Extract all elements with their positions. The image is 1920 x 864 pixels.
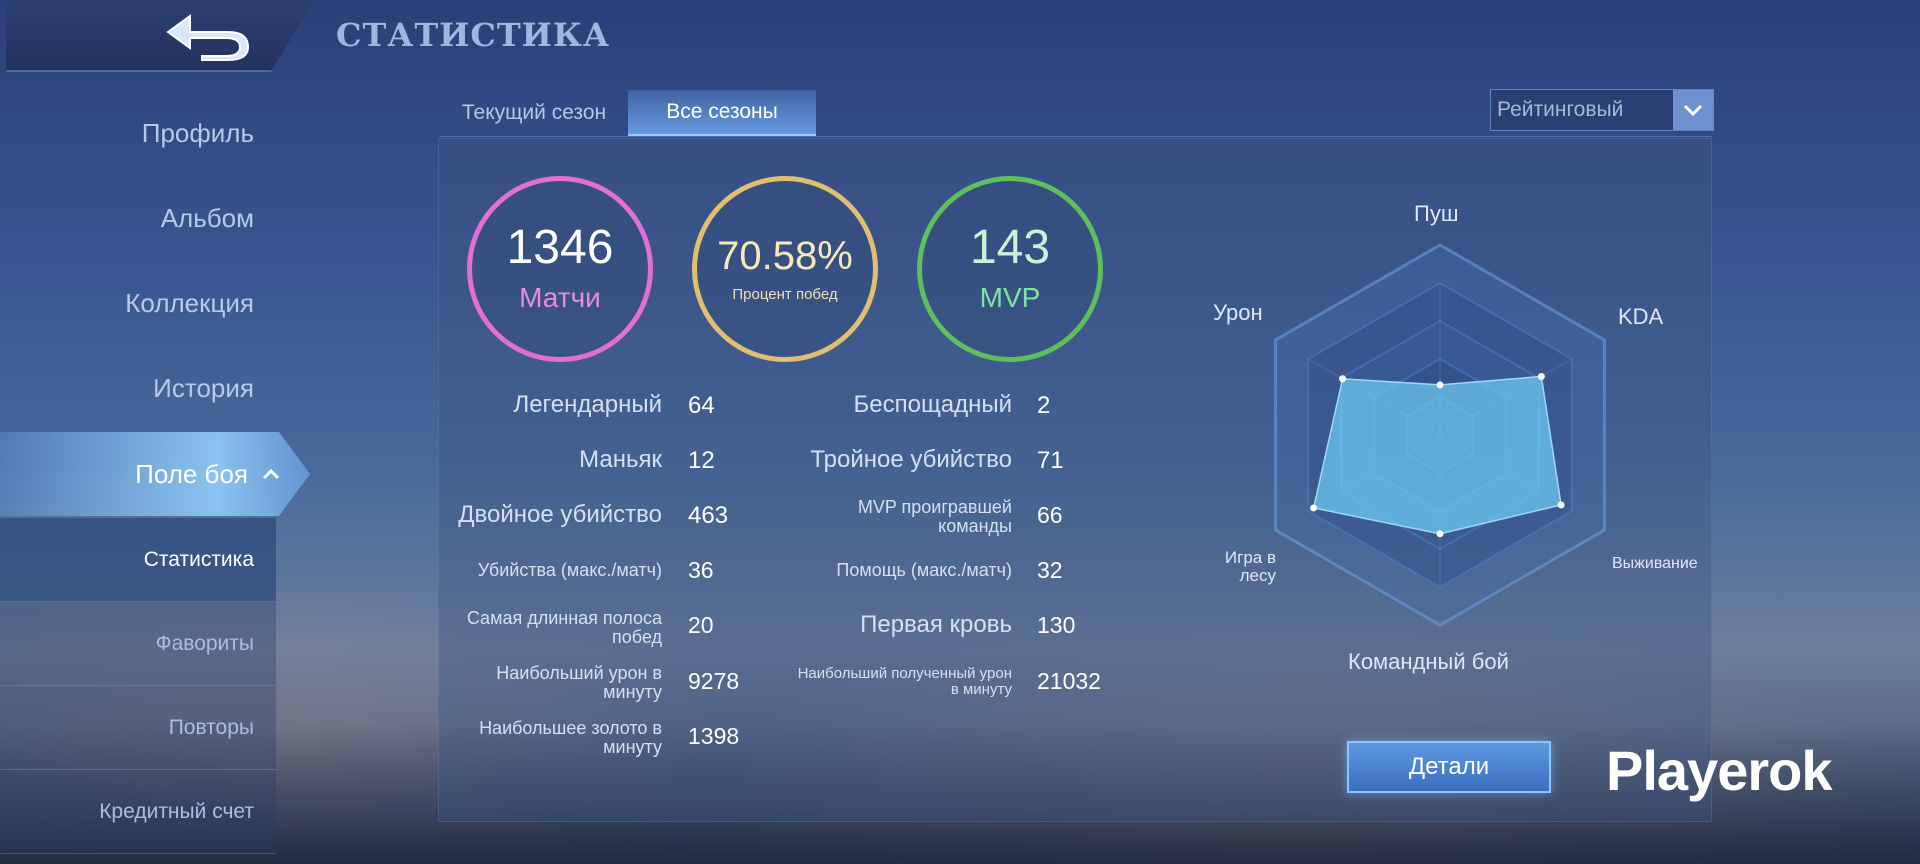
radar-label-survival: Выживание (1612, 555, 1698, 572)
radar-point (1557, 501, 1565, 509)
radar-label-kda: KDA (1618, 304, 1664, 329)
subnav-label: Повторы (168, 715, 254, 739)
radar-area (1312, 375, 1562, 535)
stat-value-max-kills: 36 (688, 557, 714, 583)
stat-label-max-gold: Наибольшее золото в минуту (479, 718, 662, 757)
subnav-replays[interactable]: Повторы (0, 686, 276, 770)
radar-point (1436, 381, 1444, 389)
stat-label-savage: Беспощадный (853, 391, 1012, 418)
details-button[interactable]: Детали (1347, 741, 1551, 793)
matches-value: 1346 (506, 221, 614, 274)
radar-point (1436, 530, 1444, 538)
stat-value-triple-kill: 71 (1037, 447, 1064, 474)
stat-value-max-gold: 1398 (688, 723, 740, 749)
dropdown-value: Рейтинговый (1497, 98, 1624, 121)
stat-value-win-streak: 20 (688, 612, 714, 638)
subnav-favorites[interactable]: Фавориты (0, 602, 276, 686)
chevron-down-icon (1673, 90, 1713, 130)
sidebar-item-battlefield[interactable]: Поле боя (0, 432, 310, 516)
stat-value-first-blood: 130 (1037, 612, 1076, 638)
page-title: СТАТИСТИКА (336, 16, 611, 54)
subnav-label: Фавориты (155, 631, 254, 655)
radar-chart (1273, 243, 1607, 627)
stat-value-legendary: 64 (688, 392, 715, 419)
radar-label-damage: Урон (1213, 300, 1263, 325)
stat-label-max-kills: Убийства (макс./матч) (477, 560, 662, 580)
radar-label-jungle: Игра в лесу (1224, 548, 1276, 585)
matches-ring: 1346 Матчи (467, 176, 653, 362)
stat-label-triple-kill: Тройное убийство (810, 446, 1012, 473)
stat-label-maniac: Маньяк (579, 446, 662, 473)
stat-label-double-kill: Двойное убийство (458, 501, 662, 528)
stat-label-win-streak: Самая длинная полоса побед (466, 608, 662, 647)
back-arrow-icon (166, 14, 250, 61)
radar-label-push: Пуш (1414, 201, 1459, 226)
winrate-ring: 70.58% Процент побед (692, 176, 878, 362)
radar-point (1310, 504, 1318, 512)
tab-current-season[interactable]: Текущий сезон (440, 90, 628, 136)
stat-value-losing-mvp: 66 (1037, 502, 1063, 528)
sidebar-item-collection[interactable]: Коллекция (125, 288, 254, 319)
tab-all-seasons[interactable]: Все сезоны (628, 90, 816, 136)
mode-dropdown[interactable]: Рейтинговый (1490, 89, 1714, 131)
radar-point (1339, 375, 1347, 383)
stat-value-max-damage-taken: 21032 (1037, 668, 1101, 694)
stat-value-maniac: 12 (688, 447, 715, 474)
subnav-label: Статистика (143, 547, 254, 571)
stat-label-first-blood: Первая кровь (860, 611, 1012, 638)
sidebar-item-label: Поле боя (135, 458, 248, 489)
winrate-value: 70.58% (717, 233, 853, 278)
stat-label-max-damage: Наибольший урон в минуту (496, 663, 662, 702)
radar-point (1537, 372, 1545, 380)
radar-label-teamfight: Командный бой (1348, 649, 1509, 674)
watermark-logo: Playerok (1606, 739, 1832, 802)
mvp-ring: 143 MVP (917, 176, 1103, 362)
tab-divider (440, 136, 1712, 137)
chevron-up-icon (262, 468, 280, 480)
stat-value-max-damage: 9278 (688, 668, 740, 694)
stat-value-double-kill: 463 (688, 502, 729, 529)
subnav-label: Кредитный счет (99, 799, 254, 823)
winrate-label: Процент побед (732, 285, 838, 303)
matches-label: Матчи (519, 282, 601, 313)
sidebar-item-album[interactable]: Альбом (161, 203, 254, 234)
subnav-credit-score[interactable]: Кредитный счет (0, 770, 276, 854)
stat-value-savage: 2 (1037, 392, 1051, 419)
stat-label-legendary: Легендарный (513, 391, 662, 418)
subnav-statistics[interactable]: Статистика (0, 518, 276, 602)
stat-label-max-damage-taken: Наибольший полученный урон в минуту (797, 665, 1012, 698)
stat-label-max-assists: Помощь (макс./матч) (836, 560, 1012, 580)
back-button[interactable] (160, 8, 256, 64)
sidebar-item-profile[interactable]: Профиль (142, 118, 254, 149)
stat-value-max-assists: 32 (1037, 557, 1063, 583)
sidebar-item-history[interactable]: История (153, 373, 254, 404)
stat-label-losing-mvp: MVP проигравшей команды (857, 497, 1012, 536)
mvp-label: MVP (979, 282, 1041, 313)
mvp-value: 143 (969, 221, 1051, 274)
